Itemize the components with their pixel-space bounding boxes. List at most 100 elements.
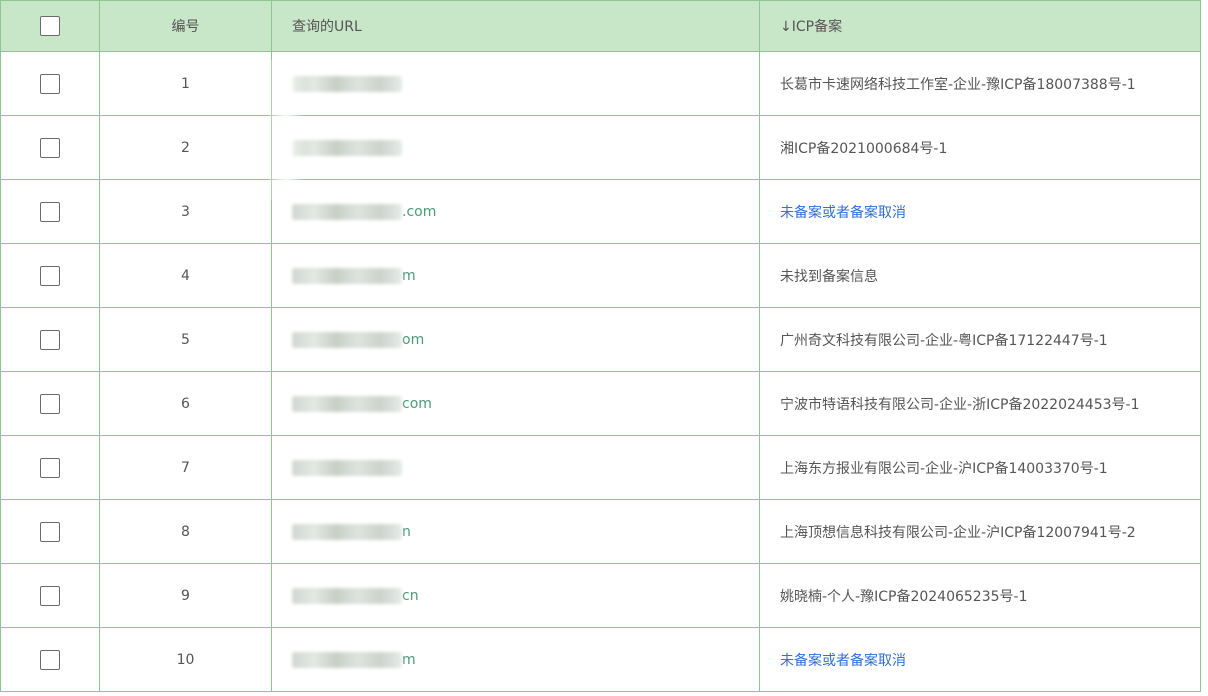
url-redaction-blur [292,331,402,348]
row-icp-cell: 未备案或者备案取消 [759,627,1201,692]
table-row: 2 湘ICP备2021000684号-1 [0,115,1201,180]
row-url-link[interactable] [292,458,402,478]
row-number: 9 [99,563,272,628]
row-number: 10 [99,627,272,692]
row-url-link[interactable] [292,74,402,94]
row-number: 1 [99,51,272,116]
row-checkbox[interactable] [40,201,60,222]
row-icp-cell: 宁波市特语科技有限公司-企业-浙ICP备2022024453号-1 [759,371,1201,436]
header-icp-sort[interactable]: ↓ICP备案 [759,0,1201,52]
url-redaction-blur [292,267,402,284]
row-checkbox[interactable] [40,585,60,606]
row-select-cell [0,499,100,564]
row-url-cell: cn [271,563,760,628]
icp-record-text: 长葛市卡速网络科技工作室-企业-豫ICP备18007388号-1 [780,76,1136,93]
row-number: 7 [99,435,272,500]
row-icp-cell: 上海东方报业有限公司-企业-沪ICP备14003370号-1 [759,435,1201,500]
row-url-cell: m [271,243,760,308]
url-redaction-blur [292,587,402,604]
row-url-link[interactable]: n [292,522,411,542]
row-url-tail: m [402,267,416,284]
icp-status-link[interactable]: 未备案或者备案取消 [780,205,906,221]
row-checkbox[interactable] [40,73,60,94]
row-number: 3 [99,179,272,244]
row-url-link[interactable]: .com [292,202,436,222]
url-redaction-blur [292,523,402,540]
icp-record-text: 湘ICP备2021000684号-1 [780,140,948,157]
row-url-cell: m [271,627,760,692]
table-row: 3 .com 未备案或者备案取消 [0,179,1201,244]
row-select-cell [0,307,100,372]
row-icp-cell: 上海顶想信息科技有限公司-企业-沪ICP备12007941号-2 [759,499,1201,564]
url-redaction-blur [292,459,402,476]
table-row: 7 上海东方报业有限公司-企业-沪ICP备14003370号-1 [0,435,1201,500]
row-url-link[interactable]: m [292,650,416,670]
row-icp-cell: 湘ICP备2021000684号-1 [759,115,1201,180]
icp-results-table: 编号 查询的URL ↓ICP备案 1 长葛市卡速网络科技工作室-企业-豫ICP备1… [0,0,1201,692]
row-checkbox[interactable] [40,265,60,286]
url-redaction-blur [292,203,402,220]
row-icp-cell: 未备案或者备案取消 [759,179,1201,244]
table-row: 10 m 未备案或者备案取消 [0,627,1201,692]
row-url-tail: m [402,651,416,668]
row-checkbox[interactable] [40,649,60,670]
table-row: 1 长葛市卡速网络科技工作室-企业-豫ICP备18007388号-1 [0,51,1201,116]
row-select-cell [0,51,100,116]
row-url-cell: com [271,371,760,436]
row-number: 4 [99,243,272,308]
row-number: 2 [99,115,272,180]
header-number[interactable]: 编号 [99,0,272,52]
url-redaction-blur [292,395,402,412]
row-url-cell: n [271,499,760,564]
row-checkbox[interactable] [40,393,60,414]
row-url-link[interactable]: com [292,394,432,414]
row-select-cell [0,371,100,436]
row-select-cell [0,179,100,244]
row-url-link[interactable]: om [292,330,424,350]
icp-record-text: 上海顶想信息科技有限公司-企业-沪ICP备12007941号-2 [780,524,1136,541]
row-select-cell [0,435,100,500]
row-number: 6 [99,371,272,436]
table-row: 4 m 未找到备案信息 [0,243,1201,308]
row-url-tail: n [402,523,411,540]
table-row: 9 cn 姚晓楠-个人-豫ICP备2024065235号-1 [0,563,1201,628]
row-url-cell [271,435,760,500]
icp-status-link[interactable]: 未备案或者备案取消 [780,653,906,669]
table-row: 5 om 广州奇文科技有限公司-企业-粤ICP备17122447号-1 [0,307,1201,372]
row-url-link[interactable] [292,138,402,158]
row-icp-cell: 长葛市卡速网络科技工作室-企业-豫ICP备18007388号-1 [759,51,1201,116]
url-redaction-blur [292,651,402,668]
icp-record-text: 上海东方报业有限公司-企业-沪ICP备14003370号-1 [780,460,1108,477]
table-header-row: 编号 查询的URL ↓ICP备案 [0,0,1201,52]
row-url-tail: com [402,395,432,412]
row-url-tail: om [402,331,425,348]
url-redaction-blur [292,139,402,156]
row-url-cell: om [271,307,760,372]
table-row: 6 com 宁波市特语科技有限公司-企业-浙ICP备2022024453号-1 [0,371,1201,436]
row-select-cell [0,627,100,692]
header-url[interactable]: 查询的URL [271,0,760,52]
row-checkbox[interactable] [40,137,60,158]
header-select-all-cell [0,0,100,52]
select-all-checkbox[interactable] [40,16,60,36]
icp-record-text: 宁波市特语科技有限公司-企业-浙ICP备2022024453号-1 [780,396,1140,413]
row-url-cell [271,115,760,180]
icp-record-text: 未找到备案信息 [780,268,878,285]
row-checkbox[interactable] [40,521,60,542]
row-url-link[interactable]: cn [292,586,419,606]
row-checkbox[interactable] [40,329,60,350]
row-url-tail: .com [402,203,437,220]
row-select-cell [0,115,100,180]
row-number: 8 [99,499,272,564]
url-redaction-blur [292,75,402,92]
row-url-link[interactable]: m [292,266,416,286]
row-url-cell: .com [271,179,760,244]
row-select-cell [0,563,100,628]
row-checkbox[interactable] [40,457,60,478]
row-number: 5 [99,307,272,372]
table-row: 8 n 上海顶想信息科技有限公司-企业-沪ICP备12007941号-2 [0,499,1201,564]
row-url-cell [271,51,760,116]
row-icp-cell: 未找到备案信息 [759,243,1201,308]
icp-record-text: 广州奇文科技有限公司-企业-粤ICP备17122447号-1 [780,332,1108,349]
row-icp-cell: 广州奇文科技有限公司-企业-粤ICP备17122447号-1 [759,307,1201,372]
